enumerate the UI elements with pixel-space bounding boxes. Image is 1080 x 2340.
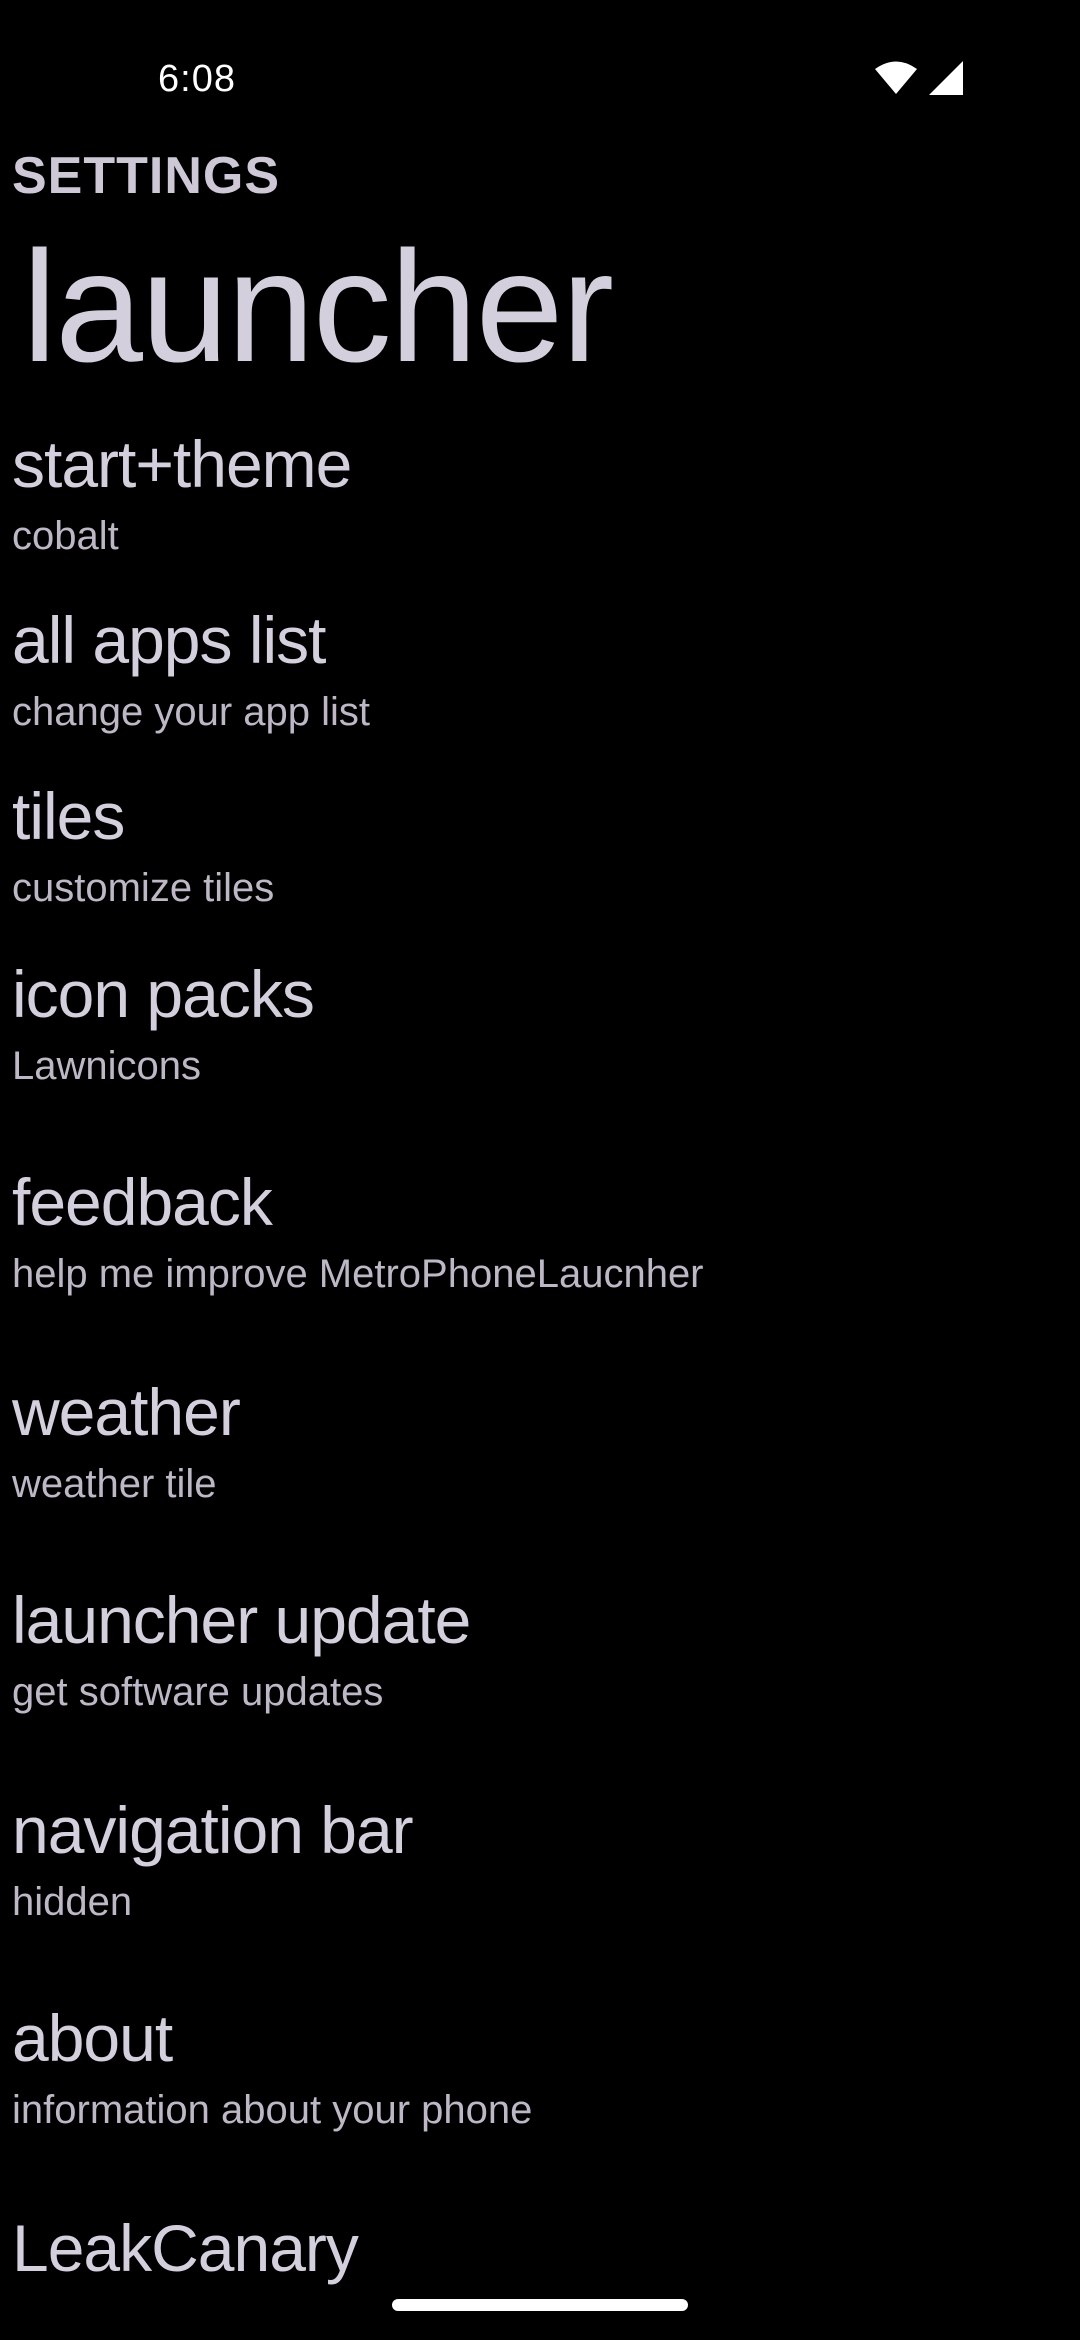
status-time: 6:08	[158, 58, 236, 100]
setting-subtitle: customize tiles	[12, 866, 275, 910]
setting-subtitle: information about your phone	[12, 2088, 533, 2132]
wifi-icon	[874, 60, 918, 101]
setting-title: tiles	[12, 779, 125, 853]
setting-navigation-bar[interactable]: navigation bar hidden	[12, 1790, 1068, 1930]
setting-tiles[interactable]: tiles customize tiles	[12, 776, 1068, 916]
setting-subtitle: cobalt	[12, 514, 119, 558]
setting-subtitle: hidden	[12, 1880, 133, 1924]
section-label: SETTINGS	[12, 147, 281, 205]
setting-title: all apps list	[12, 603, 327, 677]
setting-launcher-update[interactable]: launcher update get software updates	[12, 1580, 1068, 1720]
status-icons	[874, 60, 964, 101]
setting-subtitle: Lawnicons	[12, 1044, 202, 1088]
page-title: launcher	[22, 219, 614, 395]
setting-title: feedback	[12, 1165, 273, 1239]
setting-title: launcher update	[12, 1583, 471, 1657]
setting-leakcanary[interactable]: LeakCanary	[12, 2208, 1068, 2288]
setting-subtitle: change your app list	[12, 690, 371, 734]
setting-about[interactable]: about information about your phone	[12, 1998, 1068, 2138]
home-indicator[interactable]	[392, 2299, 688, 2311]
setting-start-theme[interactable]: start+theme cobalt	[12, 424, 1068, 564]
cellular-signal-icon	[928, 60, 964, 101]
setting-icon-packs[interactable]: icon packs Lawnicons	[12, 954, 1068, 1094]
setting-title: start+theme	[12, 427, 352, 501]
setting-title: about	[12, 2001, 173, 2075]
setting-weather[interactable]: weather weather tile	[12, 1372, 1068, 1512]
setting-title: navigation bar	[12, 1793, 414, 1867]
setting-title: weather	[12, 1375, 241, 1449]
setting-title: LeakCanary	[12, 2211, 359, 2285]
setting-subtitle: weather tile	[12, 1462, 217, 1506]
setting-all-apps-list[interactable]: all apps list change your app list	[12, 600, 1068, 740]
status-bar: 6:08	[0, 0, 1080, 150]
setting-subtitle: get software updates	[12, 1670, 384, 1714]
setting-feedback[interactable]: feedback help me improve MetroPhoneLaucn…	[12, 1162, 1068, 1302]
setting-title: icon packs	[12, 957, 315, 1031]
setting-subtitle: help me improve MetroPhoneLaucnher	[12, 1252, 704, 1296]
